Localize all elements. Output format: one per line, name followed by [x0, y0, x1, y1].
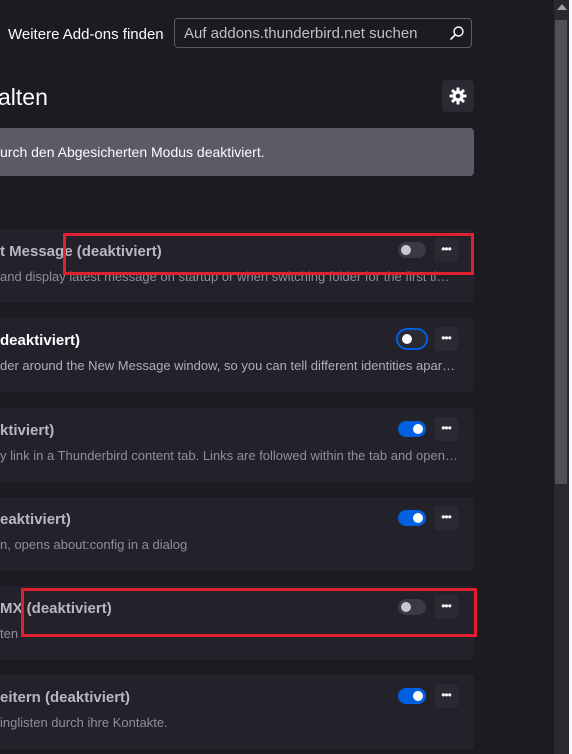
addon-title: ktiviert): [0, 422, 55, 439]
addon-more-options-button[interactable]: [434, 684, 458, 708]
scroll-up-arrow-icon[interactable]: [557, 4, 567, 10]
tools-menu-button[interactable]: [442, 80, 474, 112]
addon-description: y link in a Thunderbird content tab. Lin…: [0, 448, 458, 463]
safe-mode-banner-text: urch den Abgesicherten Modus deaktiviert…: [0, 144, 265, 160]
find-more-addons-label: Weitere Add-ons finden: [8, 26, 164, 43]
addon-description: n, opens about:config in a dialog: [0, 537, 188, 552]
addon-description: inglisten durch ihre Kontakte.: [0, 715, 168, 730]
addons-search-input[interactable]: [175, 19, 435, 47]
addon-card[interactable]: ktiviert) y link in a Thunderbird conten…: [0, 408, 474, 482]
addon-card[interactable]: deaktiviert) der around the New Message …: [0, 318, 474, 392]
addon-title: eaktiviert): [0, 511, 71, 528]
addon-enable-toggle[interactable]: [396, 328, 428, 350]
highlight-box: [63, 233, 474, 275]
addon-title: deaktiviert): [0, 332, 81, 349]
addon-more-options-button[interactable]: [434, 506, 458, 530]
addon-enable-toggle[interactable]: [398, 421, 426, 437]
safe-mode-banner: urch den Abgesicherten Modus deaktiviert…: [0, 128, 474, 176]
addon-title: eitern (deaktiviert): [0, 689, 131, 706]
addon-enable-toggle[interactable]: [398, 510, 426, 526]
addon-card[interactable]: eitern (deaktiviert) inglisten durch ihr…: [0, 675, 474, 749]
search-icon[interactable]: [449, 25, 465, 41]
addons-manager-main: Weitere Add-ons finden alten urch: [0, 0, 554, 754]
gear-icon: [449, 87, 467, 105]
addon-card[interactable]: eaktiviert) n, opens about:config in a d…: [0, 497, 474, 571]
addon-enable-toggle[interactable]: [398, 688, 426, 704]
scrollbar-thumb[interactable]: [555, 20, 567, 484]
addon-more-options-button[interactable]: [434, 417, 458, 441]
addon-more-options-button[interactable]: [434, 327, 458, 351]
addon-description: der around the New Message window, so yo…: [0, 358, 458, 373]
addons-search-box[interactable]: [174, 18, 472, 48]
page-title: alten: [0, 84, 48, 110]
highlight-box: [21, 588, 477, 637]
